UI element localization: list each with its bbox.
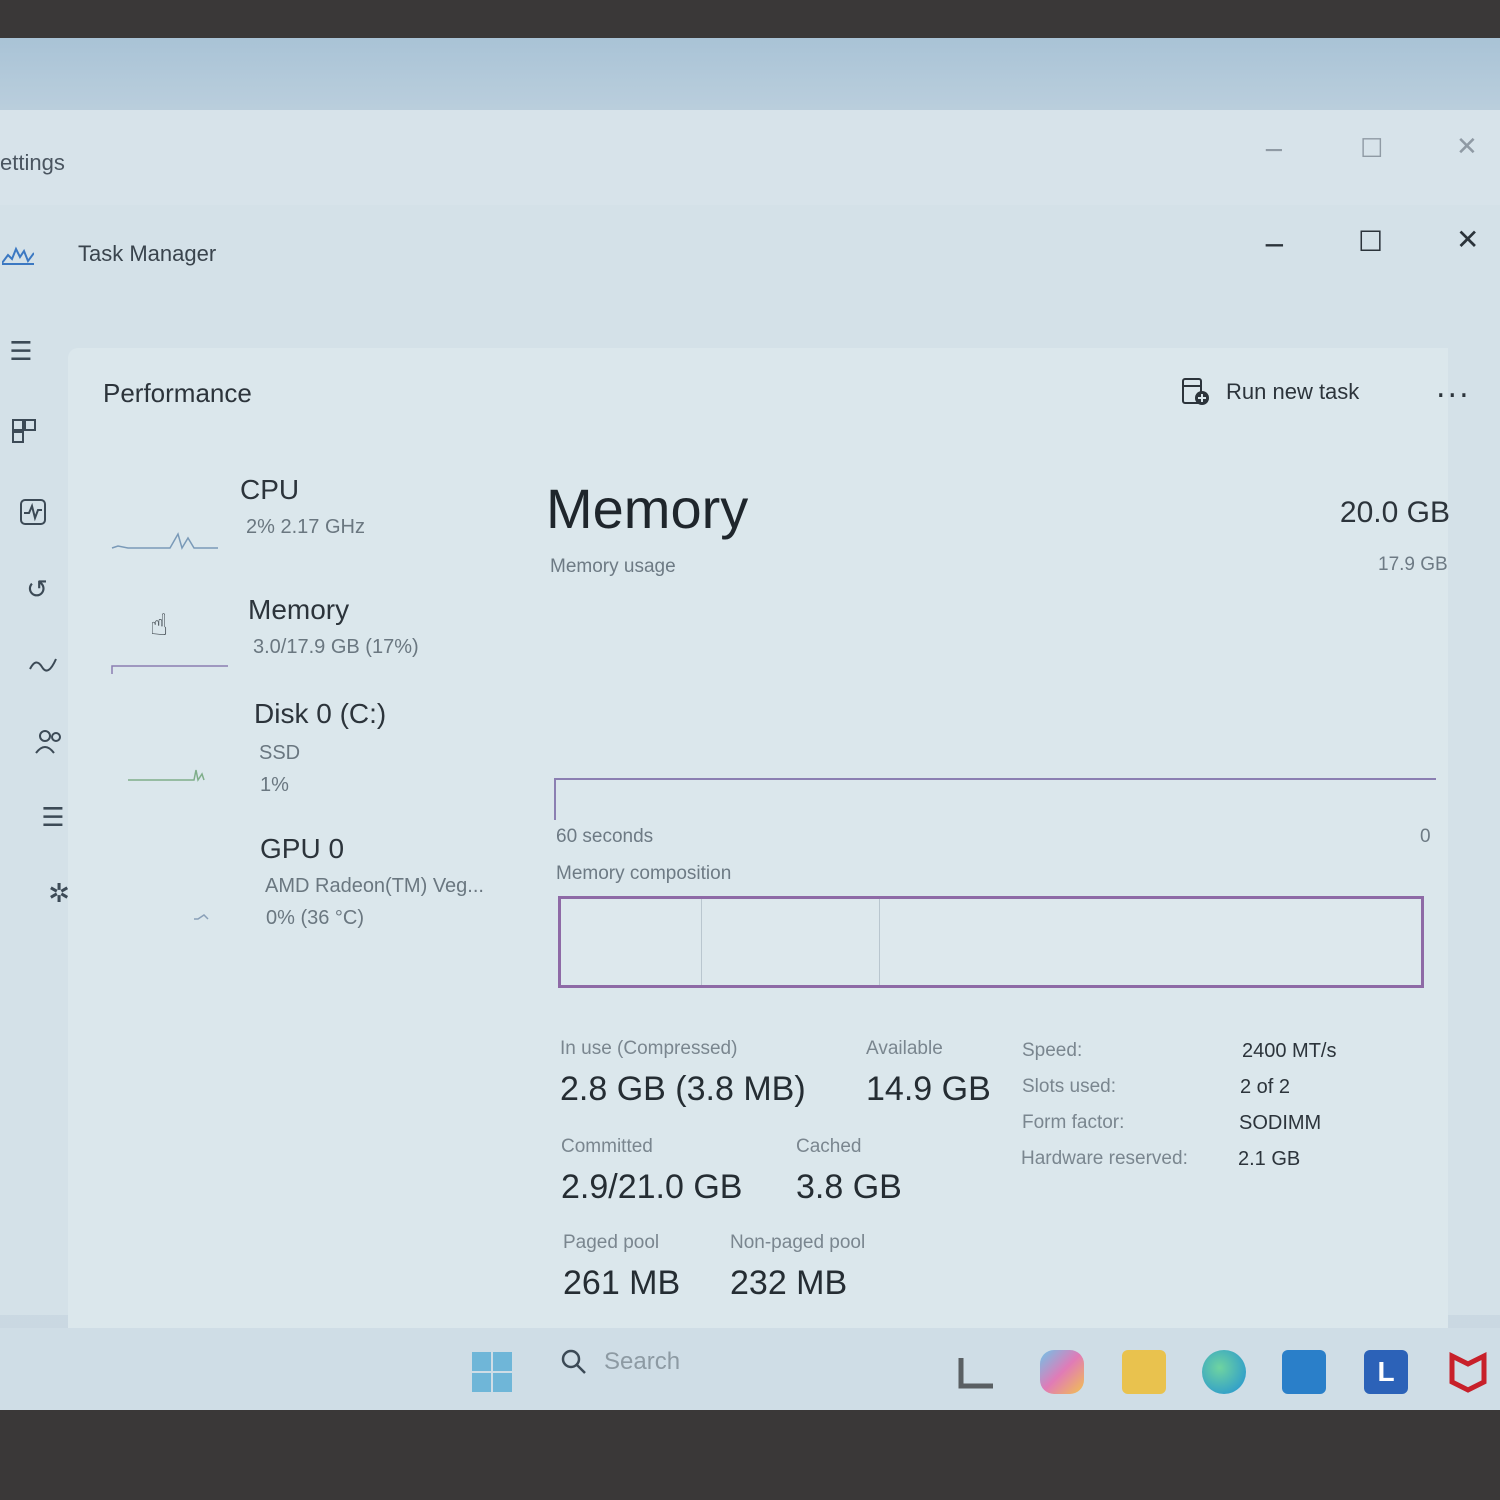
startup-apps-icon[interactable] bbox=[26, 649, 60, 683]
users-icon[interactable] bbox=[32, 725, 66, 759]
search-icon bbox=[561, 1349, 586, 1374]
device-type: SSD bbox=[259, 742, 301, 764]
run-new-task-icon bbox=[1182, 378, 1209, 405]
task-manager-window: Task Manager ─ ☐ ✕ ☰ ↺ ☰ ✲ ⚙ bbox=[0, 205, 1500, 1358]
device-name: Disk 0 (C:) bbox=[254, 698, 387, 729]
non-paged-pool-label: Non-paged pool bbox=[730, 1232, 866, 1253]
widgets-icon[interactable] bbox=[955, 1350, 999, 1394]
time-range-label: 60 seconds bbox=[556, 826, 654, 847]
minimize-icon[interactable]: ─ bbox=[1266, 229, 1283, 262]
device-name: GPU 0 bbox=[260, 833, 345, 864]
taskbar: Search L bbox=[0, 1328, 1500, 1410]
store-icon[interactable] bbox=[1282, 1350, 1326, 1394]
minimize-icon[interactable]: ─ bbox=[1266, 136, 1282, 166]
gpu-sparkline bbox=[194, 914, 209, 920]
form-factor-label: Form factor: bbox=[1022, 1112, 1125, 1133]
memory-composition-bar bbox=[558, 896, 1424, 988]
device-cpu[interactable]: CPU 2% 2.17 GHz bbox=[108, 468, 528, 578]
close-icon[interactable]: ✕ bbox=[1456, 132, 1478, 162]
screen: ettings ─ ☐ ✕ Task Manager ─ ☐ ✕ ☰ ↺ ☰ ✲… bbox=[0, 38, 1500, 1410]
l-app-icon[interactable]: L bbox=[1364, 1350, 1408, 1394]
device-name: CPU bbox=[240, 474, 300, 505]
window-title: Task Manager bbox=[78, 241, 217, 266]
start-icon[interactable] bbox=[470, 1350, 514, 1394]
composition-in-use bbox=[561, 899, 702, 985]
slots-value: 2 of 2 bbox=[1240, 1076, 1291, 1098]
hardware-reserved-value: 2.1 GB bbox=[1238, 1148, 1301, 1170]
details-icon[interactable]: ☰ bbox=[36, 801, 70, 835]
available-label: Available bbox=[866, 1038, 943, 1059]
task-manager-icon bbox=[2, 246, 34, 265]
search-placeholder: Search bbox=[604, 1348, 681, 1375]
mcafee-icon[interactable] bbox=[1446, 1350, 1490, 1394]
file-explorer-icon[interactable] bbox=[1122, 1350, 1166, 1394]
disk-sparkline bbox=[128, 769, 205, 782]
form-factor-value: SODIMM bbox=[1239, 1112, 1322, 1134]
device-memory[interactable]: ☝ Memory 3.0/17.9 GB (17%) bbox=[108, 588, 528, 698]
time-end-label: 0 bbox=[1420, 826, 1431, 847]
memory-composition-label: Memory composition bbox=[556, 863, 732, 884]
background-settings-window[interactable]: ettings ─ ☐ ✕ bbox=[0, 110, 1500, 206]
app-history-icon[interactable]: ↺ bbox=[20, 573, 54, 607]
paged-pool-value: 261 MB bbox=[563, 1264, 681, 1302]
in-use-value: 2.8 GB (3.8 MB) bbox=[560, 1070, 806, 1108]
nav-rail: ☰ ↺ ☰ ✲ ⚙ bbox=[0, 305, 92, 1315]
page-title: Performance bbox=[103, 378, 252, 408]
memory-usage-label: Memory usage bbox=[550, 556, 676, 577]
hamburger-menu-icon[interactable]: ☰ bbox=[4, 335, 38, 369]
paged-pool-label: Paged pool bbox=[563, 1232, 660, 1253]
device-stats: 2% 2.17 GHz bbox=[246, 516, 365, 538]
copilot-icon[interactable] bbox=[1040, 1350, 1084, 1394]
processes-icon[interactable] bbox=[8, 415, 42, 449]
more-options-icon[interactable]: ... bbox=[1436, 370, 1471, 405]
device-name: Memory bbox=[248, 594, 350, 625]
performance-panel: Performance Run new task ... CPU 2% 2.17… bbox=[68, 348, 1469, 1358]
maximize-icon[interactable]: ☐ bbox=[1358, 225, 1383, 258]
available-value: 14.9 GB bbox=[866, 1070, 991, 1108]
edge-icon[interactable] bbox=[1202, 1350, 1246, 1394]
device-stats: 1% bbox=[260, 774, 289, 796]
speed-label: Speed: bbox=[1022, 1040, 1083, 1061]
performance-icon[interactable] bbox=[16, 495, 50, 529]
background-window-title: ettings bbox=[0, 150, 65, 175]
non-paged-pool-value: 232 MB bbox=[730, 1264, 848, 1302]
cached-value: 3.8 GB bbox=[796, 1168, 902, 1206]
speed-value: 2400 MT/s bbox=[1242, 1040, 1337, 1062]
detail-total: 20.0 GB bbox=[1339, 496, 1450, 529]
device-stats: 0% (36 °C) bbox=[266, 907, 365, 929]
hardware-reserved-label: Hardware reserved: bbox=[1021, 1148, 1188, 1169]
run-new-task-button[interactable]: Run new task bbox=[1180, 376, 1359, 408]
composition-standby bbox=[701, 899, 880, 985]
hand-cursor-icon: ☝ bbox=[150, 608, 169, 643]
memory-usage-graph bbox=[554, 778, 1436, 820]
taskbar-search[interactable]: Search bbox=[560, 1348, 680, 1376]
device-gpu[interactable]: GPU 0 AMD Radeon(TM) Veg... 0% (36 °C) bbox=[108, 833, 528, 943]
maximize-icon[interactable]: ☐ bbox=[1360, 134, 1383, 164]
slots-label: Slots used: bbox=[1022, 1076, 1116, 1097]
cpu-sparkline bbox=[111, 532, 218, 550]
in-use-label: In use (Compressed) bbox=[560, 1038, 738, 1059]
device-model: AMD Radeon(TM) Veg... bbox=[265, 875, 484, 897]
memory-usage-max: 17.9 GB bbox=[1378, 554, 1448, 575]
device-stats: 3.0/17.9 GB (17%) bbox=[253, 636, 419, 658]
run-new-task-label: Run new task bbox=[1226, 379, 1360, 404]
device-disk[interactable]: Disk 0 (C:) SSD 1% bbox=[108, 698, 528, 818]
detail-title: Memory bbox=[546, 477, 749, 540]
cached-label: Cached bbox=[796, 1136, 862, 1157]
committed-label: Committed bbox=[561, 1136, 653, 1157]
committed-value: 2.9/21.0 GB bbox=[561, 1168, 743, 1206]
close-icon[interactable]: ✕ bbox=[1456, 223, 1479, 256]
